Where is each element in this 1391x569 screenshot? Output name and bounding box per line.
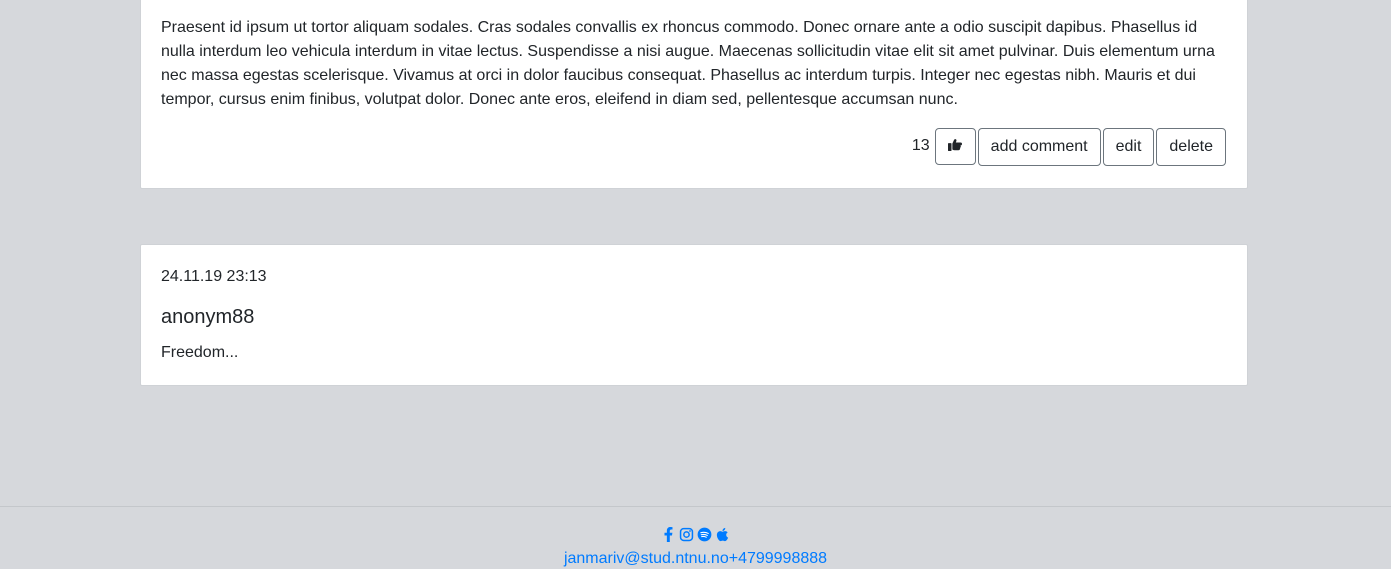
post-date: 24.11.19 23:13 [161,268,267,285]
thumbs-up-icon [948,137,963,156]
footer: janmariv@stud.ntnu.no+4799998888 [0,506,1391,569]
facebook-icon[interactable] [661,527,676,542]
post-actions: 13 add comment edit delete [912,128,1226,166]
delete-button[interactable]: delete [1156,128,1226,166]
post-card: Praesent id ipsum ut tortor aliquam soda… [140,0,1248,189]
post-text: Praesent id ipsum ut tortor aliquam soda… [161,19,1215,108]
contact-info: janmariv@stud.ntnu.no+4799998888 [0,550,1391,568]
like-count: 13 [911,137,930,154]
social-links [0,527,1391,542]
like-button[interactable] [934,128,976,165]
add-comment-button[interactable]: add comment [977,128,1101,166]
instagram-icon[interactable] [679,527,694,542]
post-body: Freedom... [161,344,239,361]
post-card: 24.11.19 23:13 anonym88 Freedom... [140,244,1248,386]
email-link[interactable]: janmariv@stud.ntnu.no [564,550,729,567]
apple-icon[interactable] [715,527,730,542]
post-author: anonym88 [161,306,255,328]
phone-link[interactable]: +4799998888 [729,550,827,567]
edit-button[interactable]: edit [1102,128,1155,166]
spotify-icon[interactable] [697,527,712,542]
